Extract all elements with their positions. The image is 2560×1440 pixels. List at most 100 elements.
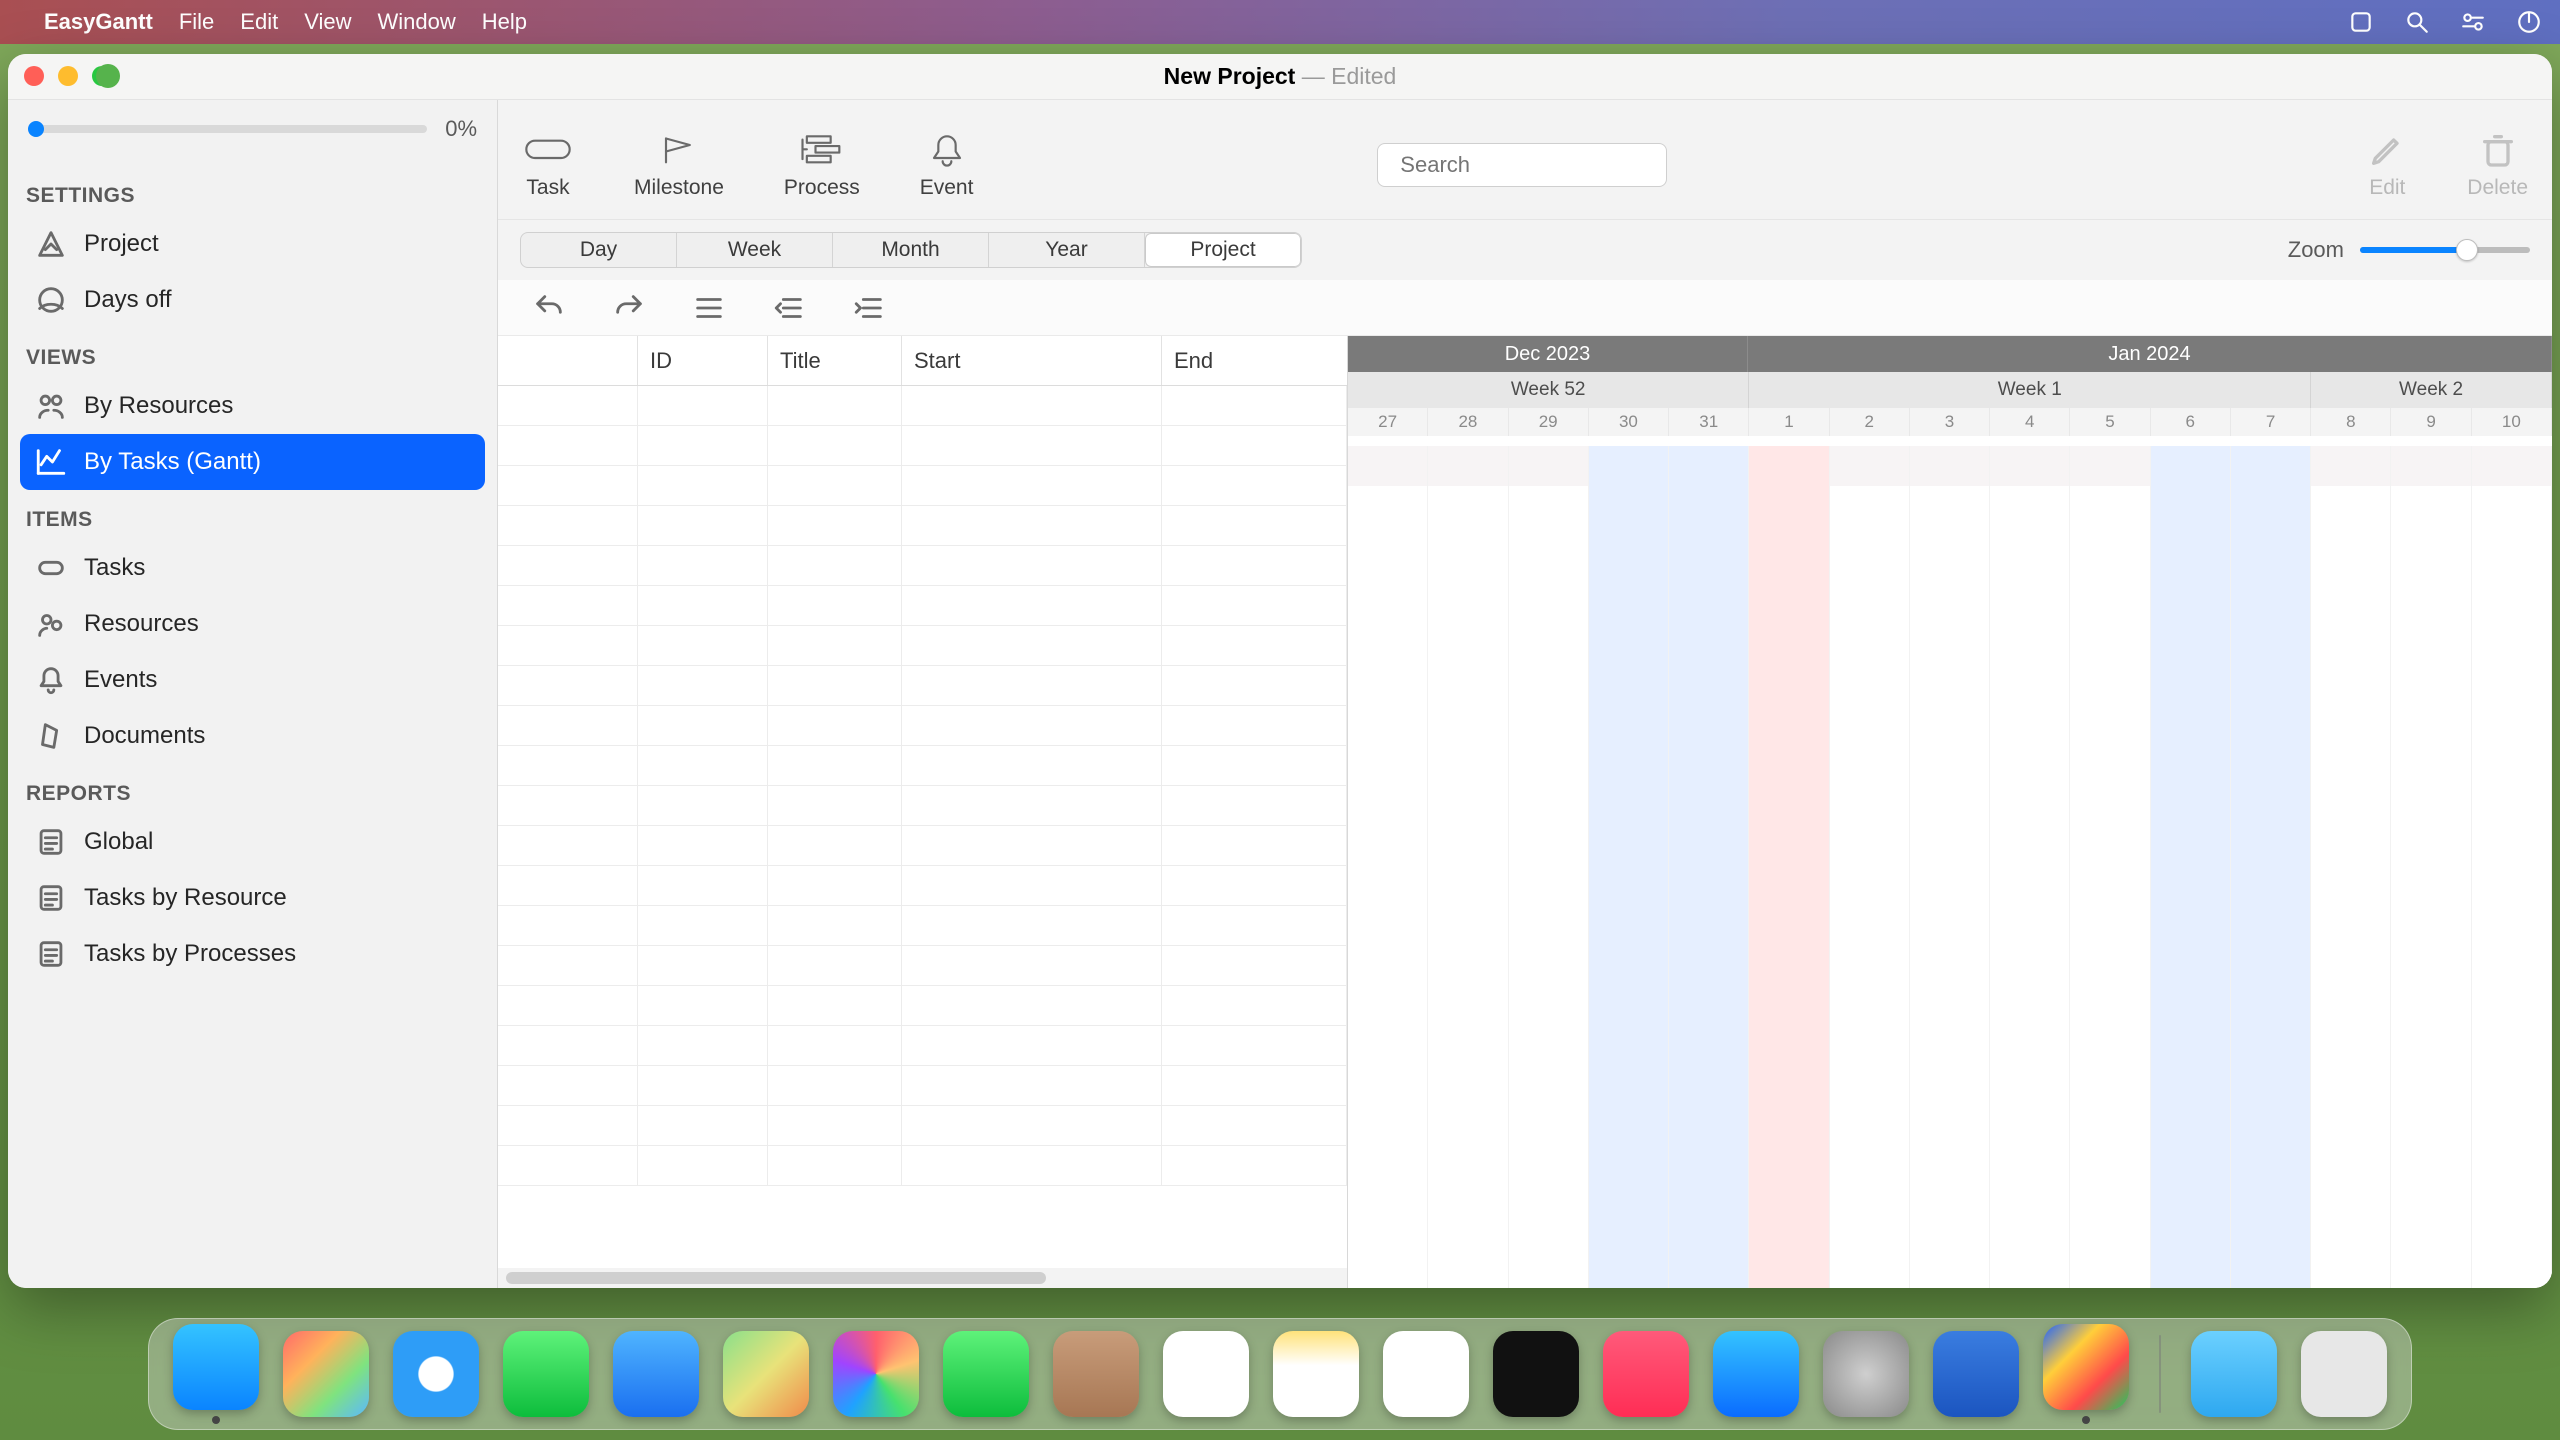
redo-icon[interactable] [612,293,646,323]
window-minimize-button[interactable] [58,66,78,86]
sidebar-item-global[interactable]: Global [20,814,485,870]
dock-app-freeform[interactable] [1383,1331,1469,1417]
search-input[interactable] [1400,152,1688,178]
dock-app-music[interactable] [1603,1331,1689,1417]
sidebar-item-project[interactable]: Project [20,216,485,272]
table-row[interactable] [498,1146,1347,1186]
undo-icon[interactable] [532,293,566,323]
menu-help[interactable]: Help [482,9,527,35]
gantt-day: 4 [1990,408,2070,436]
dock-app-easygantt[interactable] [1933,1331,2019,1417]
col-title[interactable]: Title [768,336,902,385]
timescale-project[interactable]: Project [1145,233,1301,267]
dock-downloads[interactable] [2191,1331,2277,1417]
timescale-segmented-control[interactable]: DayWeekMonthYearProject [520,232,1302,268]
gantt-body[interactable] [1348,446,2552,1288]
menubar-app-name[interactable]: EasyGantt [44,9,153,35]
dock-app-contacts[interactable] [1053,1331,1139,1417]
col-id[interactable]: ID [638,336,768,385]
timescale-week[interactable]: Week [677,233,833,267]
siri-or-power-icon[interactable] [2516,9,2542,35]
dock-app-photos[interactable] [833,1331,919,1417]
dock-app-notes[interactable] [1273,1331,1359,1417]
table-row[interactable] [498,466,1347,506]
table-row[interactable] [498,626,1347,666]
progress-slider[interactable] [28,125,427,133]
dock-app-appletv[interactable] [1493,1331,1579,1417]
indent-icon[interactable] [852,293,886,323]
table-row[interactable] [498,546,1347,586]
table-row[interactable] [498,506,1347,546]
sidebar-item-tasks[interactable]: Tasks [20,540,485,596]
table-row[interactable] [498,706,1347,746]
sidebar-item-by-resources[interactable]: By Resources [20,378,485,434]
table-row[interactable] [498,866,1347,906]
table-row[interactable] [498,826,1347,866]
dock-app-safari[interactable] [393,1331,479,1417]
sidebar-item-tasks-by-resource[interactable]: Tasks by Resource [20,870,485,926]
table-row[interactable] [498,1026,1347,1066]
dock-app-maps[interactable] [723,1331,809,1417]
table-row[interactable] [498,586,1347,626]
outdent-icon[interactable] [772,293,806,323]
progress-thumb-icon[interactable] [28,121,44,137]
sidebar-item-by-tasks-gantt-[interactable]: By Tasks (Gantt) [20,434,485,490]
timescale-day[interactable]: Day [521,233,677,267]
zoom-slider[interactable] [2360,247,2530,253]
dock-app-settings[interactable] [1823,1331,1909,1417]
table-row[interactable] [498,1066,1347,1106]
new-process-button[interactable]: Process [784,130,860,200]
spotlight-icon[interactable] [2404,9,2430,35]
menu-file[interactable]: File [179,9,214,35]
dock-app-appstore[interactable] [1713,1331,1799,1417]
dock-app-finder[interactable] [173,1324,259,1424]
timescale-year[interactable]: Year [989,233,1145,267]
table-row[interactable] [498,986,1347,1026]
menu-window[interactable]: Window [378,9,456,35]
table-row[interactable] [498,906,1347,946]
table-row[interactable] [498,386,1347,426]
col-end[interactable]: End [1162,336,1347,385]
sidebar-item-resources[interactable]: Resources [20,596,485,652]
list-view-icon[interactable] [692,293,726,323]
col-start[interactable]: Start [902,336,1162,385]
window-close-button[interactable] [24,66,44,86]
table-row[interactable] [498,426,1347,466]
table-row[interactable] [498,1106,1347,1146]
dock-app-mail[interactable] [613,1331,699,1417]
sidebar-item-events[interactable]: Events [20,652,485,708]
gantt-day: 8 [2311,408,2391,436]
dock-trash[interactable] [2301,1331,2387,1417]
dock-app-keynote-like[interactable] [2043,1324,2129,1424]
gantt-day: 29 [1509,408,1589,436]
zoom-thumb-icon[interactable] [2456,239,2478,261]
new-milestone-button[interactable]: Milestone [634,130,724,200]
delete-button[interactable]: Delete [2467,130,2528,200]
menu-edit[interactable]: Edit [240,9,278,35]
table-row[interactable] [498,666,1347,706]
col-blank[interactable] [498,336,638,385]
sidebar-item-days-off[interactable]: Days off [20,272,485,328]
table-row[interactable] [498,786,1347,826]
sidebar-item-tasks-by-processes[interactable]: Tasks by Processes [20,926,485,982]
sidebar-item-documents[interactable]: Documents [20,708,485,764]
edit-button[interactable]: Edit [2367,130,2407,200]
menu-view[interactable]: View [304,9,351,35]
progress-percent-label: 0% [445,116,477,142]
dock-app-launchpad[interactable] [283,1331,369,1417]
grid-horizontal-scrollbar[interactable] [498,1268,1347,1288]
gantt-day: 10 [2472,408,2552,436]
section-settings-label: SETTINGS [20,166,485,216]
timescale-month[interactable]: Month [833,233,989,267]
dock-app-messages[interactable] [503,1331,589,1417]
dock-app-facetime[interactable] [943,1331,1029,1417]
dock-app-reminders[interactable] [1163,1331,1249,1417]
task-grid-body[interactable] [498,386,1347,1268]
table-row[interactable] [498,746,1347,786]
control-center-icon[interactable] [2460,9,2486,35]
table-row[interactable] [498,946,1347,986]
new-event-button[interactable]: Event [920,130,974,200]
search-field[interactable] [1377,143,1667,187]
menubar-extra-icon[interactable] [2348,9,2374,35]
new-task-button[interactable]: Task [522,130,574,200]
